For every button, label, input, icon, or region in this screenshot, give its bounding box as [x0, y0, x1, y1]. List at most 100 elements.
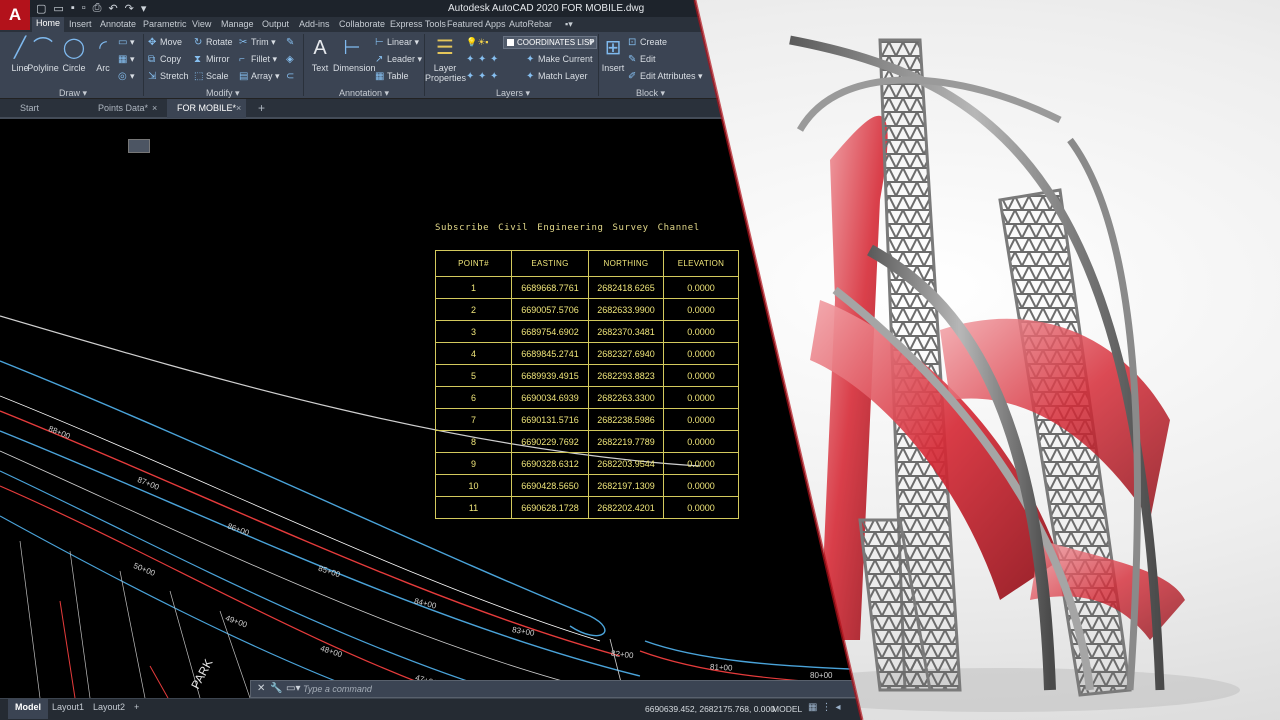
ribbon-options-icon[interactable]: ▪▾	[565, 19, 573, 30]
model-space-button[interactable]: MODEL	[772, 704, 802, 714]
rotate-icon: ↻	[194, 37, 203, 48]
redo-icon[interactable]: ↷	[125, 2, 134, 15]
table-button[interactable]: ▦ Table	[375, 71, 409, 82]
block-panel-title[interactable]: Block ▾	[636, 88, 665, 99]
file-tab-points-data[interactable]: Points Data*	[98, 103, 148, 113]
layer-properties-button[interactable]: ☰ Layer Properties	[425, 36, 466, 83]
command-prompt-icon[interactable]: ▭▾	[286, 683, 300, 694]
edit-block-button[interactable]: ✎ Edit	[628, 54, 656, 65]
save-as-icon[interactable]: ▫	[82, 2, 86, 15]
coordinates-readout[interactable]: 6690639.452, 2682175.768, 0.000	[645, 704, 775, 714]
table-row: 3 6689754.6902 2682370.3481 0.0000	[435, 320, 739, 343]
table-cell: 0.0000	[663, 430, 739, 453]
create-block-button[interactable]: ⊡ Create	[628, 37, 667, 48]
new-icon[interactable]: ▢	[36, 2, 46, 15]
snap-icon[interactable]: ⋮	[821, 702, 831, 713]
leader-icon: ↗	[375, 54, 384, 65]
edit-attributes-icon: ✐	[628, 71, 637, 82]
autocad-logo-icon[interactable]: A	[0, 0, 30, 30]
table-cell: 6690057.5706	[511, 298, 589, 321]
save-icon[interactable]: ▪	[71, 2, 75, 15]
dimension-label: Dimension	[333, 63, 376, 73]
close-icon[interactable]: ✕	[257, 683, 265, 694]
mirror-button[interactable]: ⧗ Mirror	[194, 54, 230, 65]
array-button[interactable]: ▤ Array ▾	[239, 71, 280, 82]
layout-tab-model[interactable]: Model	[8, 699, 48, 719]
layer-dropdown[interactable]: COORDINATES LISP	[503, 36, 597, 49]
text-icon: A	[313, 37, 327, 59]
tab-collaborate[interactable]: Collaborate	[339, 19, 385, 29]
tab-view[interactable]: View	[192, 19, 211, 29]
ortho-icon[interactable]: ◂	[835, 702, 840, 713]
arc-button[interactable]: ◜ Arc	[83, 36, 123, 73]
dimension-button[interactable]: ⊢ Dimension	[333, 36, 376, 73]
hatch-tool[interactable]: ▦ ▾	[118, 54, 135, 65]
new-tab-icon[interactable]: +	[258, 101, 265, 115]
move-button[interactable]: ✥ Move	[148, 37, 182, 48]
edit-attributes-label: Edit Attributes ▾	[640, 71, 703, 81]
wrench-icon[interactable]: 🔧	[270, 683, 282, 694]
tab-insert[interactable]: Insert	[69, 19, 92, 29]
tab-output[interactable]: Output	[262, 19, 289, 29]
draw-panel-title[interactable]: Draw ▾	[59, 88, 87, 99]
layer-tools-row-3[interactable]: ✦ ✦ ✦	[466, 71, 502, 82]
station-label: 80+00	[810, 671, 833, 680]
tab-add-ins[interactable]: Add-ins	[299, 19, 330, 29]
trim-button[interactable]: ✂ Trim ▾	[239, 37, 276, 48]
layers-panel-title[interactable]: Layers ▾	[496, 88, 530, 99]
make-current-button[interactable]: ✦ Make Current	[526, 54, 593, 65]
file-tab-close-icon[interactable]: ×	[236, 103, 241, 113]
layer-state-icons[interactable]: 💡☀▪	[466, 37, 488, 48]
file-tab-start[interactable]: Start	[20, 103, 39, 113]
modify-panel-title[interactable]: Modify ▾	[206, 88, 240, 99]
linear-button[interactable]: ⊢ Linear ▾	[375, 37, 419, 48]
dimension-icon: ⊢	[343, 37, 361, 59]
leader-button[interactable]: ↗ Leader ▾	[375, 54, 422, 65]
table-cell: 2	[435, 298, 512, 321]
table-cell: 2682633.9900	[588, 298, 664, 321]
explode-button[interactable]: ◈	[286, 54, 298, 65]
file-tab-for-mobile[interactable]: FOR MOBILE*	[167, 99, 247, 118]
layout-tab-layout2[interactable]: Layout2	[93, 702, 125, 712]
table-cell: 6690328.6312	[511, 452, 589, 475]
mirror-icon: ⧗	[194, 54, 202, 65]
insert-label: Insert	[601, 63, 625, 73]
tab-featured-apps[interactable]: Featured Apps	[447, 19, 506, 29]
scale-icon: ⬚	[194, 71, 204, 82]
plot-icon[interactable]: ⎙	[93, 2, 102, 15]
copy-button[interactable]: ⧉ Copy	[148, 54, 181, 65]
survey-points-table[interactable]: POINT# EASTING NORTHING ELEVATION 1 66896…	[435, 250, 739, 519]
annotation-panel-title[interactable]: Annotation ▾	[339, 88, 389, 99]
table-header-row: POINT# EASTING NORTHING ELEVATION	[435, 250, 739, 277]
rectangle-tool[interactable]: ▭ ▾	[118, 37, 135, 48]
erase-button[interactable]: ✎	[286, 37, 298, 48]
layout-tab-layout1[interactable]: Layout1	[52, 702, 84, 712]
ellipse-tool[interactable]: ◎ ▾	[118, 71, 135, 82]
command-line: ✕ 🔧 ▭▾	[250, 680, 862, 698]
explode-icon: ◈	[286, 54, 294, 65]
copy-icon: ⧉	[148, 54, 156, 65]
undo-icon[interactable]: ↶	[108, 2, 117, 15]
tab-home[interactable]: Home	[32, 17, 65, 32]
ellipse-icon: ◎	[118, 71, 127, 82]
scale-button[interactable]: ⬚ Scale	[194, 71, 229, 82]
command-input[interactable]	[303, 682, 603, 696]
tab-autorebar[interactable]: AutoRebar	[509, 19, 552, 29]
offset-button[interactable]: ⊂	[286, 71, 298, 82]
tab-parametric[interactable]: Parametric	[143, 19, 187, 29]
stretch-button[interactable]: ⇲ Stretch	[148, 71, 189, 82]
tab-annotate[interactable]: Annotate	[100, 19, 136, 29]
tab-manage[interactable]: Manage	[221, 19, 254, 29]
insert-block-button[interactable]: ⊞ Insert	[593, 36, 633, 73]
tab-express-tools[interactable]: Express Tools	[390, 19, 446, 29]
match-layer-button[interactable]: ✦ Match Layer	[526, 71, 588, 82]
grid-icon[interactable]: ▦	[808, 702, 817, 713]
fillet-button[interactable]: ⌐ Fillet ▾	[239, 54, 277, 65]
add-layout-icon[interactable]: +	[134, 702, 139, 712]
file-tab-close-icon[interactable]: ×	[152, 103, 157, 113]
rotate-button[interactable]: ↻ Rotate	[194, 37, 233, 48]
qat-dropdown-icon[interactable]: ▾	[141, 2, 147, 15]
layer-tools-row-2[interactable]: ✦ ✦ ✦	[466, 54, 502, 65]
open-icon[interactable]: ▭	[53, 2, 63, 15]
edit-attributes-button[interactable]: ✐ Edit Attributes ▾	[628, 71, 703, 82]
